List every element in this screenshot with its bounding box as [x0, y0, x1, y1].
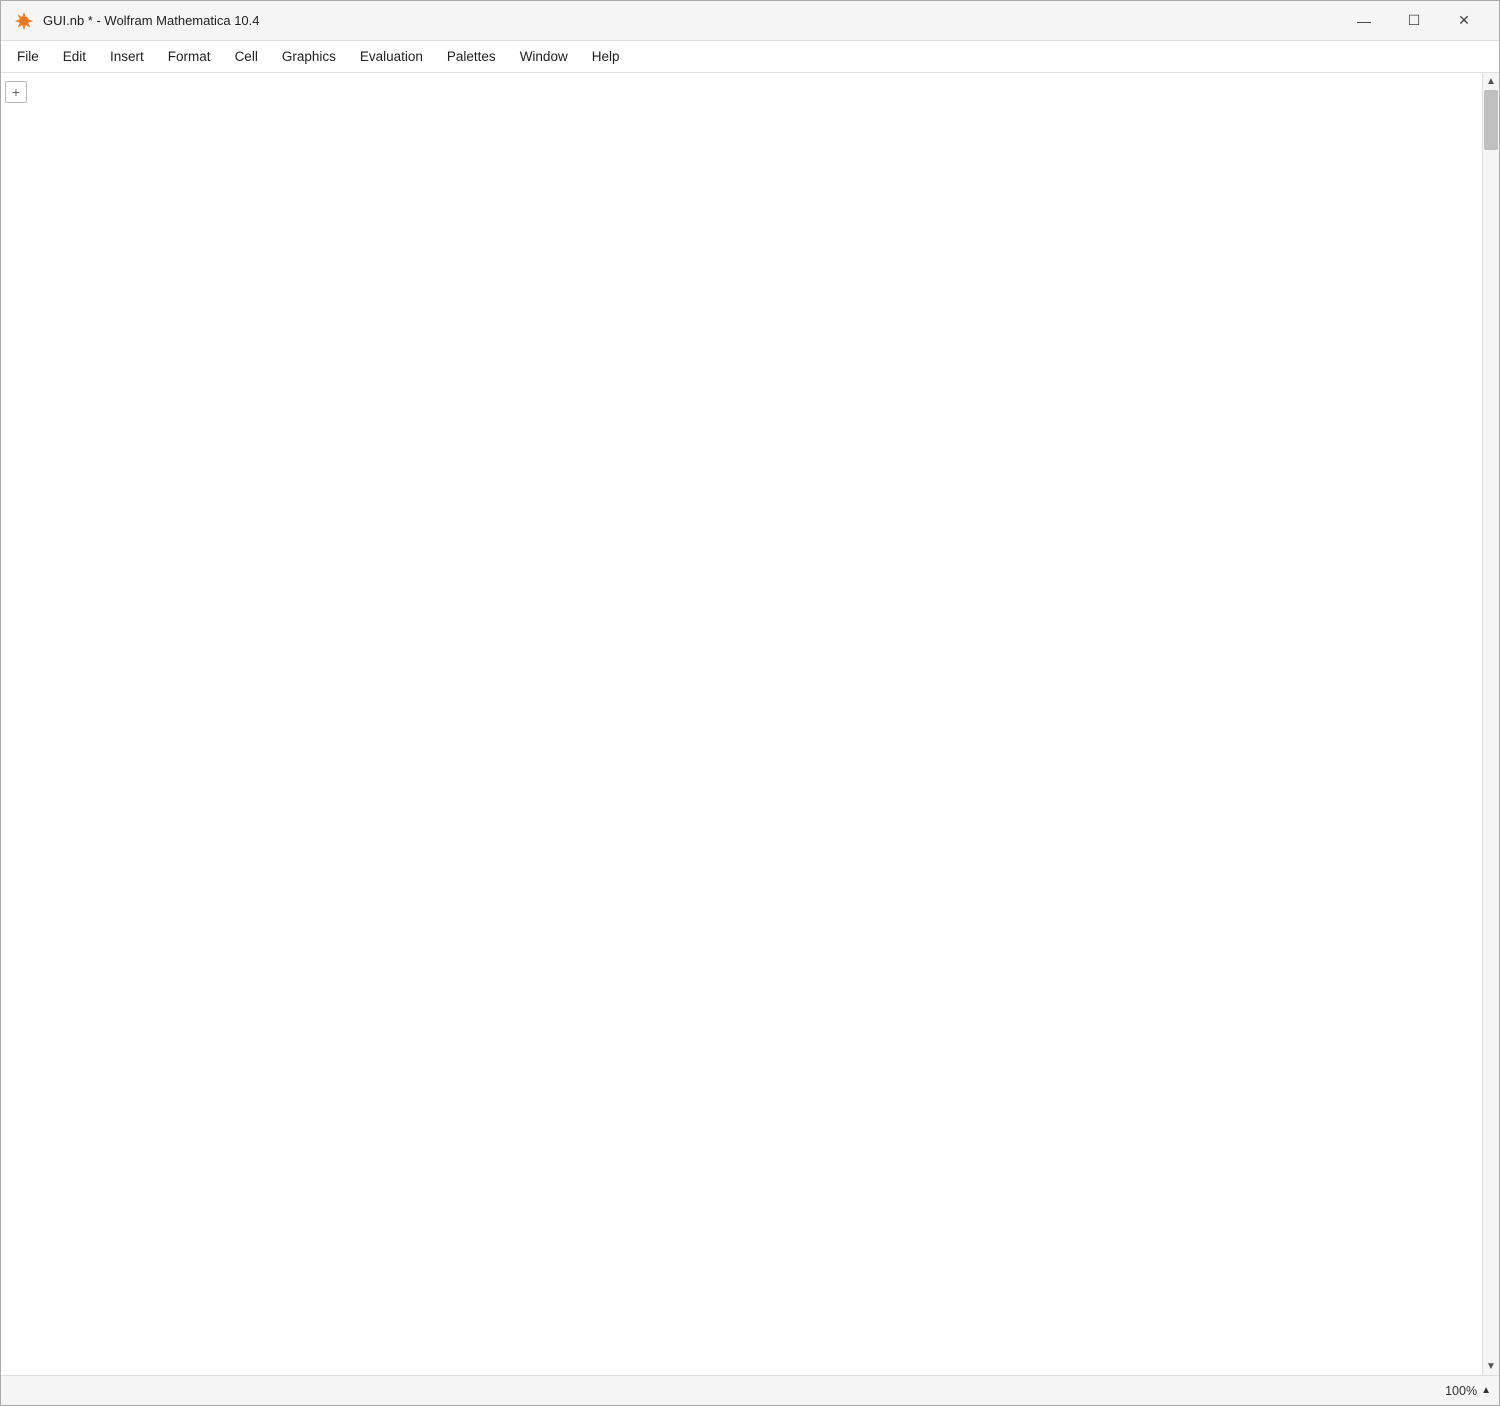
cell-bracket-area: + [1, 73, 1482, 103]
menu-item-edit[interactable]: Edit [51, 45, 98, 68]
menu-item-evaluation[interactable]: Evaluation [348, 45, 435, 68]
notebook-content[interactable]: + [1, 73, 1482, 1375]
window-title: GUI.nb * - Wolfram Mathematica 10.4 [43, 13, 260, 28]
zoom-level: 100% [1445, 1384, 1477, 1398]
menu-item-format[interactable]: Format [156, 45, 223, 68]
scroll-thumb[interactable] [1484, 90, 1498, 150]
menu-item-insert[interactable]: Insert [98, 45, 156, 68]
zoom-arrow[interactable]: ▲ [1481, 1385, 1491, 1396]
status-bar: 100% ▲ [1, 1375, 1499, 1405]
title-bar-left: GUI.nb * - Wolfram Mathematica 10.4 [13, 10, 260, 32]
menu-item-cell[interactable]: Cell [223, 45, 270, 68]
scroll-track [1483, 90, 1499, 1358]
menu-item-window[interactable]: Window [508, 45, 580, 68]
notebook-area: + ▲ ▼ [1, 73, 1499, 1375]
menu-bar: FileEditInsertFormatCellGraphicsEvaluati… [1, 41, 1499, 73]
menu-item-palettes[interactable]: Palettes [435, 45, 508, 68]
main-window: GUI.nb * - Wolfram Mathematica 10.4 — ☐ … [0, 0, 1500, 1406]
title-bar-controls: — ☐ ✕ [1341, 7, 1487, 35]
minimize-button[interactable]: — [1341, 7, 1387, 35]
menu-item-file[interactable]: File [5, 45, 51, 68]
scroll-up-arrow[interactable]: ▲ [1483, 73, 1500, 90]
wolfram-icon [13, 10, 35, 32]
close-button[interactable]: ✕ [1441, 7, 1487, 35]
menu-item-help[interactable]: Help [580, 45, 632, 68]
maximize-button[interactable]: ☐ [1391, 7, 1437, 35]
menu-item-graphics[interactable]: Graphics [270, 45, 348, 68]
add-cell-button[interactable]: + [5, 81, 27, 103]
vertical-scrollbar: ▲ ▼ [1482, 73, 1499, 1375]
scroll-down-arrow[interactable]: ▼ [1483, 1358, 1500, 1375]
title-bar: GUI.nb * - Wolfram Mathematica 10.4 — ☐ … [1, 1, 1499, 41]
